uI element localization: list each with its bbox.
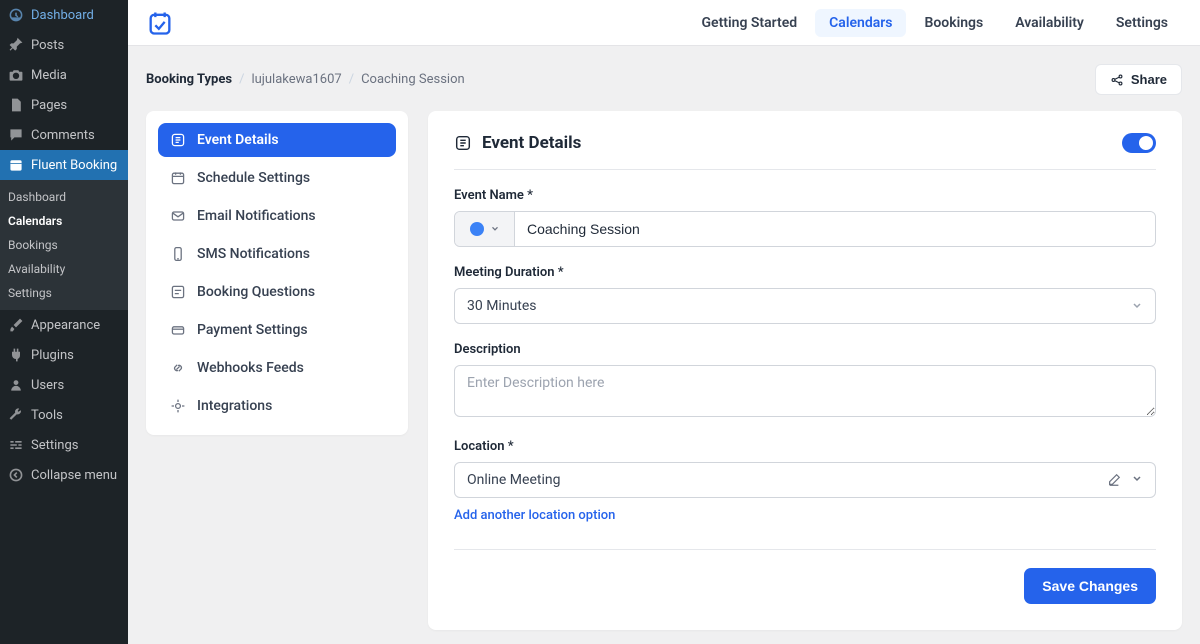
comment-icon [8,127,24,143]
wp-menu-pages[interactable]: Pages [0,90,128,120]
wp-sub-calendars[interactable]: Calendars [0,209,128,233]
calendar-icon [8,157,24,173]
breadcrumb-user[interactable]: lujulakewa1607 [251,72,341,87]
wp-menu-tools[interactable]: Tools [0,400,128,430]
wp-menu-plugins[interactable]: Plugins [0,340,128,370]
wp-menu-collapse[interactable]: Collapse menu [0,460,128,490]
event-name-label: Event Name * [454,188,1156,203]
wp-sub-availability[interactable]: Availability [0,257,128,281]
breadcrumb: Booking Types / lujulakewa1607 / Coachin… [146,72,465,87]
chevron-down-icon [490,224,500,234]
integrations-icon [170,398,186,414]
event-name-input[interactable] [515,212,1155,246]
wp-menu-posts[interactable]: Posts [0,30,128,60]
chevron-down-icon [1131,300,1143,312]
plug-icon [8,347,24,363]
event-color-picker[interactable] [455,212,515,246]
breadcrumb-separator: / [239,72,244,87]
tab-webhooks-feeds[interactable]: Webhooks Feeds [158,351,396,385]
event-details-panel: Event Details Event Name * [428,111,1182,630]
wp-menu-users[interactable]: Users [0,370,128,400]
edit-icon[interactable] [1107,473,1121,487]
nav-calendars[interactable]: Calendars [815,9,906,37]
event-active-toggle[interactable] [1122,133,1156,153]
collapse-icon [8,467,24,483]
tab-integrations[interactable]: Integrations [158,389,396,423]
payment-icon [170,322,186,338]
settings-tabs-panel: Event Details Schedule Settings Email No… [146,111,408,435]
mail-icon [170,208,186,224]
share-button[interactable]: Share [1095,64,1182,95]
link-icon [170,360,186,376]
wp-sub-bookings[interactable]: Bookings [0,233,128,257]
panel-title: Event Details [482,133,581,153]
wp-menu-comments[interactable]: Comments [0,120,128,150]
tab-schedule-settings[interactable]: Schedule Settings [158,161,396,195]
wp-admin-sidebar: Dashboard Posts Media Pages Comments Flu… [0,0,128,644]
wp-menu-media[interactable]: Media [0,60,128,90]
wp-menu-fluent-booking[interactable]: Fluent Booking [0,150,128,180]
color-dot-icon [470,222,484,236]
user-icon [8,377,24,393]
duration-select[interactable]: 30 Minutes [454,288,1156,324]
wp-submenu: Dashboard Calendars Bookings Availabilit… [0,180,128,310]
nav-availability[interactable]: Availability [1001,9,1098,37]
chevron-down-icon[interactable] [1131,473,1143,487]
share-icon [1110,73,1124,87]
sms-icon [170,246,186,262]
nav-settings[interactable]: Settings [1102,9,1182,37]
calendar-small-icon [170,170,186,186]
location-item[interactable]: Online Meeting [454,462,1156,498]
gauge-icon [8,7,24,23]
tab-event-details[interactable]: Event Details [158,123,396,157]
nav-bookings[interactable]: Bookings [910,9,997,37]
fluent-booking-logo-icon [146,9,174,37]
wp-sub-settings[interactable]: Settings [0,281,128,305]
brush-icon [8,317,24,333]
wrench-icon [8,407,24,423]
nav-getting-started[interactable]: Getting Started [688,9,812,37]
top-nav: Getting Started Calendars Bookings Avail… [688,9,1183,37]
tab-booking-questions[interactable]: Booking Questions [158,275,396,309]
add-location-link[interactable]: Add another location option [454,508,615,523]
details-icon [454,134,472,152]
breadcrumb-separator: / [349,72,354,87]
page-icon [8,97,24,113]
details-icon [170,132,186,148]
tab-email-notifications[interactable]: Email Notifications [158,199,396,233]
sliders-icon [8,437,24,453]
camera-icon [8,67,24,83]
breadcrumb-leaf: Coaching Session [361,72,465,87]
wp-menu-settings[interactable]: Settings [0,430,128,460]
wp-sub-dashboard[interactable]: Dashboard [0,185,128,209]
tab-payment-settings[interactable]: Payment Settings [158,313,396,347]
description-label: Description [454,342,1156,357]
wp-menu-dashboard[interactable]: Dashboard [0,0,128,30]
pin-icon [8,37,24,53]
questions-icon [170,284,186,300]
location-label: Location * [454,439,1156,454]
duration-label: Meeting Duration * [454,265,1156,280]
breadcrumb-root[interactable]: Booking Types [146,72,232,87]
top-bar: Getting Started Calendars Bookings Avail… [128,0,1200,46]
tab-sms-notifications[interactable]: SMS Notifications [158,237,396,271]
save-button[interactable]: Save Changes [1024,568,1156,604]
description-input[interactable] [454,365,1156,417]
wp-menu-appearance[interactable]: Appearance [0,310,128,340]
